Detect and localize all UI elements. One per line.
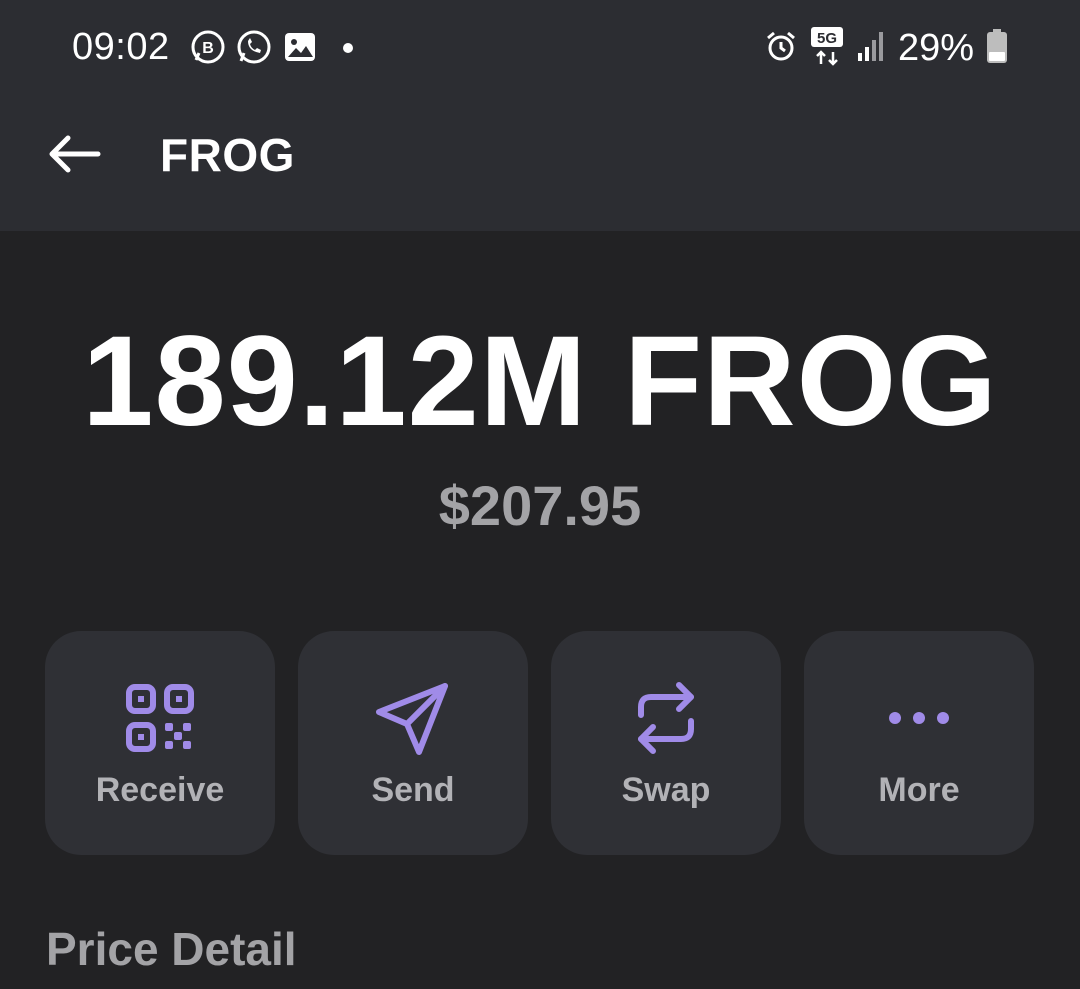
alarm-icon bbox=[764, 29, 798, 68]
more-label: More bbox=[878, 771, 960, 809]
back-button[interactable] bbox=[38, 120, 110, 192]
battery-icon bbox=[986, 28, 1008, 69]
send-label: Send bbox=[371, 771, 455, 809]
swap-icon bbox=[551, 681, 781, 755]
receive-label: Receive bbox=[95, 771, 225, 809]
dot-indicator-icon bbox=[342, 41, 354, 59]
page-title: FROG bbox=[160, 129, 295, 181]
more-dots-icon bbox=[804, 681, 1034, 755]
arrow-left-icon bbox=[46, 134, 102, 179]
svg-text:5G: 5G bbox=[817, 30, 837, 47]
swap-button[interactable]: Swap bbox=[551, 631, 781, 855]
swap-label: Swap bbox=[621, 771, 711, 809]
notification-icons: B bbox=[190, 29, 354, 70]
business-chat-icon: B bbox=[190, 29, 226, 70]
qr-code-icon bbox=[45, 681, 275, 755]
svg-text:B: B bbox=[202, 40, 214, 57]
system-status-icons: 5G 29% bbox=[764, 26, 1008, 71]
status-bar: 09:02 B 5G 29% bbox=[0, 0, 1080, 96]
action-buttons: Receive Send Swap More bbox=[45, 631, 1034, 855]
app-header: FROG bbox=[0, 96, 1080, 231]
receive-button[interactable]: Receive bbox=[45, 631, 275, 855]
gallery-icon bbox=[282, 29, 318, 70]
send-button[interactable]: Send bbox=[298, 631, 528, 855]
more-button[interactable]: More bbox=[804, 631, 1034, 855]
signal-icon bbox=[856, 29, 886, 68]
price-detail-heading: Price Detail bbox=[46, 923, 297, 975]
5g-data-icon: 5G bbox=[810, 26, 844, 71]
token-balance: 189.12M FROG bbox=[82, 310, 998, 453]
status-time: 09:02 bbox=[72, 26, 170, 68]
fiat-balance: $207.95 bbox=[438, 474, 642, 537]
send-icon bbox=[298, 681, 528, 755]
whatsapp-icon bbox=[236, 29, 272, 70]
battery-percent: 29% bbox=[897, 27, 974, 69]
